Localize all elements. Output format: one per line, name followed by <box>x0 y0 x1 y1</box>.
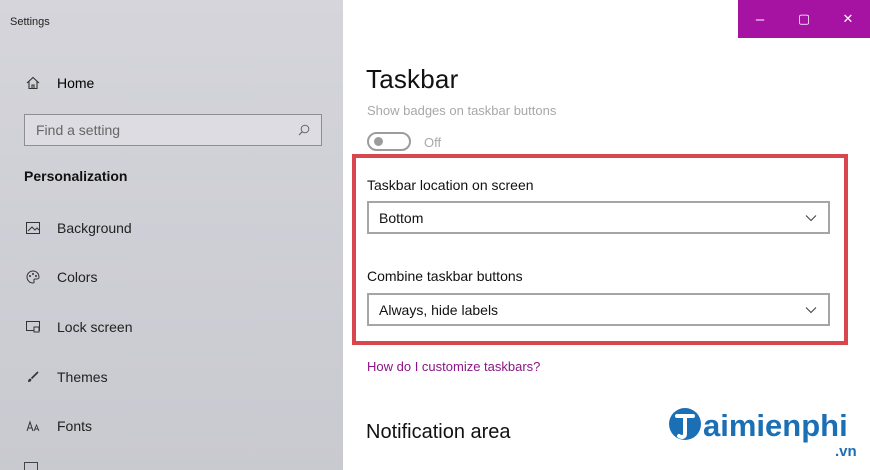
sidebar-item-label: Background <box>57 220 132 236</box>
fonts-icon <box>25 418 41 434</box>
dropdown-value: Always, hide labels <box>379 301 499 318</box>
sidebar-item-label: Lock screen <box>57 319 133 335</box>
sidebar-item-colors[interactable]: Colors <box>25 262 97 292</box>
notification-area-heading: Notification area <box>366 421 511 443</box>
sidebar-item-fonts[interactable]: Fonts <box>25 411 92 441</box>
taskbar-location-dropdown[interactable]: Bottom <box>367 201 830 234</box>
sidebar-item-lock-screen[interactable]: Lock screen <box>25 312 132 342</box>
next-item-icon <box>24 462 38 470</box>
themes-icon <box>25 369 41 385</box>
page-title: Taskbar <box>366 64 459 94</box>
sidebar: Settings Home Find a setting Personaliza… <box>0 0 343 470</box>
title-bar-controls: – ▢ ✕ <box>738 0 870 38</box>
lock-screen-icon <box>25 319 41 335</box>
colors-icon <box>25 269 41 285</box>
sidebar-item-label: Colors <box>57 269 98 285</box>
toggle-state-label: Off <box>424 135 442 150</box>
taskbar-location-label: Taskbar location on screen <box>367 177 534 193</box>
search-placeholder: Find a setting <box>36 122 121 138</box>
badges-setting-label: Show badges on taskbar buttons <box>367 103 557 118</box>
chevron-down-icon <box>804 303 818 317</box>
combine-buttons-dropdown[interactable]: Always, hide labels <box>367 293 830 326</box>
badges-toggle[interactable] <box>367 132 411 151</box>
sidebar-item-home[interactable]: Home <box>25 66 94 100</box>
sidebar-item-background[interactable]: Background <box>25 213 132 243</box>
svg-text:.vn: .vn <box>835 443 857 460</box>
section-heading: Personalization <box>24 168 128 184</box>
close-button[interactable]: ✕ <box>830 0 866 38</box>
dropdown-value: Bottom <box>379 209 424 226</box>
sidebar-item-label: Fonts <box>57 418 93 434</box>
home-icon <box>25 75 41 91</box>
app-title: Settings <box>10 16 50 28</box>
toggle-knob <box>374 137 383 146</box>
sidebar-item-label: Themes <box>57 369 108 385</box>
sidebar-item-label: Home <box>57 75 95 91</box>
watermark-logo: aimienphi .vn <box>665 400 870 470</box>
background-icon <box>25 220 41 236</box>
minimize-button[interactable]: – <box>742 0 778 38</box>
sidebar-item-themes[interactable]: Themes <box>25 362 108 392</box>
maximize-button[interactable]: ▢ <box>786 0 822 38</box>
combine-buttons-label: Combine taskbar buttons <box>367 268 523 284</box>
search-input[interactable]: Find a setting <box>24 114 322 146</box>
svg-text:aimienphi: aimienphi <box>703 408 848 443</box>
customize-taskbars-link[interactable]: How do I customize taskbars? <box>367 359 540 374</box>
chevron-down-icon <box>804 211 818 225</box>
search-icon[interactable] <box>296 122 312 138</box>
